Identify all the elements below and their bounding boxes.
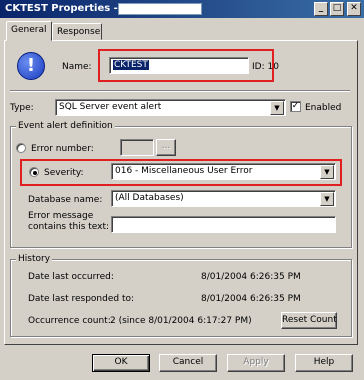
tab-general[interactable]: General xyxy=(6,21,52,41)
reset-count-button[interactable]: Reset Count xyxy=(281,312,337,329)
database-name-label: Database name: xyxy=(28,195,103,205)
database-name-select-value: (All Databases) xyxy=(115,193,184,203)
date-last-occurred-value: 8/01/2004 6:26:35 PM xyxy=(201,272,301,282)
enabled-label: Enabled xyxy=(305,103,342,113)
alert-id-label: ID: 10 xyxy=(252,62,279,72)
database-name-select[interactable]: (All Databases) ▼ xyxy=(111,190,336,207)
event-alert-definition-legend: Event alert definition xyxy=(16,121,115,131)
ok-button[interactable]: OK xyxy=(92,354,150,372)
name-input-value: CKTEST xyxy=(113,60,149,70)
tab-response-label: Response xyxy=(57,27,101,37)
history-legend: History xyxy=(16,254,53,264)
severity-radio-dot xyxy=(33,171,37,175)
date-last-responded-value: 8/01/2004 6:26:35 PM xyxy=(201,294,301,304)
error-message-input[interactable] xyxy=(111,216,336,233)
date-last-responded-label: Date last responded to: xyxy=(28,294,135,304)
occurrence-count-value: 2 (since 8/01/2004 6:17:27 PM) xyxy=(110,316,252,326)
chevron-down-icon[interactable]: ▼ xyxy=(320,165,334,179)
cancel-label: Cancel xyxy=(172,357,204,367)
window-title: CKTEST Properties - xyxy=(5,3,118,14)
tab-response[interactable]: Response xyxy=(52,23,102,40)
maximize-button[interactable]: □ xyxy=(330,2,344,16)
occurrence-count-label: Occurrence count: xyxy=(28,316,111,326)
type-label: Type: xyxy=(10,103,34,113)
type-select-value: SQL Server event alert xyxy=(59,102,162,112)
date-last-occurred-label: Date last occurred: xyxy=(28,272,114,282)
severity-select[interactable]: 016 - Miscellaneous User Error ▼ xyxy=(111,163,336,180)
browse-error-button[interactable]: ... xyxy=(156,139,176,156)
cancel-button[interactable]: Cancel xyxy=(159,354,217,372)
severity-select-value: 016 - Miscellaneous User Error xyxy=(115,166,253,176)
apply-label: Apply xyxy=(243,357,269,367)
name-input[interactable]: CKTEST xyxy=(109,57,249,74)
close-button[interactable]: ✕ xyxy=(347,2,361,16)
browse-error-label: ... xyxy=(161,141,171,151)
title-bar[interactable]: CKTEST Properties - _ □ ✕ xyxy=(0,0,364,18)
help-label: Help xyxy=(313,357,335,367)
error-message-label-line1: Error message xyxy=(28,211,94,221)
alert-exclamation-icon: ! xyxy=(17,52,45,80)
apply-button[interactable]: Apply xyxy=(227,354,285,372)
name-label: Name: xyxy=(62,62,92,72)
type-select[interactable]: SQL Server event alert ▼ xyxy=(55,99,286,116)
error-message-label-line2: contains this text: xyxy=(28,222,110,232)
tab-general-label: General xyxy=(11,25,47,35)
title-edit-field xyxy=(118,3,202,15)
reset-count-label: Reset Count xyxy=(282,315,337,325)
separator xyxy=(10,90,350,92)
error-number-radio[interactable] xyxy=(16,143,26,153)
help-button[interactable]: Help xyxy=(295,354,353,372)
minimize-button[interactable]: _ xyxy=(314,2,328,16)
ok-label: OK xyxy=(114,357,128,367)
enabled-checkbox[interactable]: ✓ xyxy=(290,101,301,112)
error-number-label: Error number: xyxy=(31,144,94,154)
severity-label: Severity: xyxy=(44,168,84,178)
severity-radio[interactable] xyxy=(29,167,39,177)
chevron-down-icon[interactable]: ▼ xyxy=(320,192,334,206)
error-number-input[interactable] xyxy=(120,139,154,156)
chevron-down-icon[interactable]: ▼ xyxy=(270,101,284,115)
